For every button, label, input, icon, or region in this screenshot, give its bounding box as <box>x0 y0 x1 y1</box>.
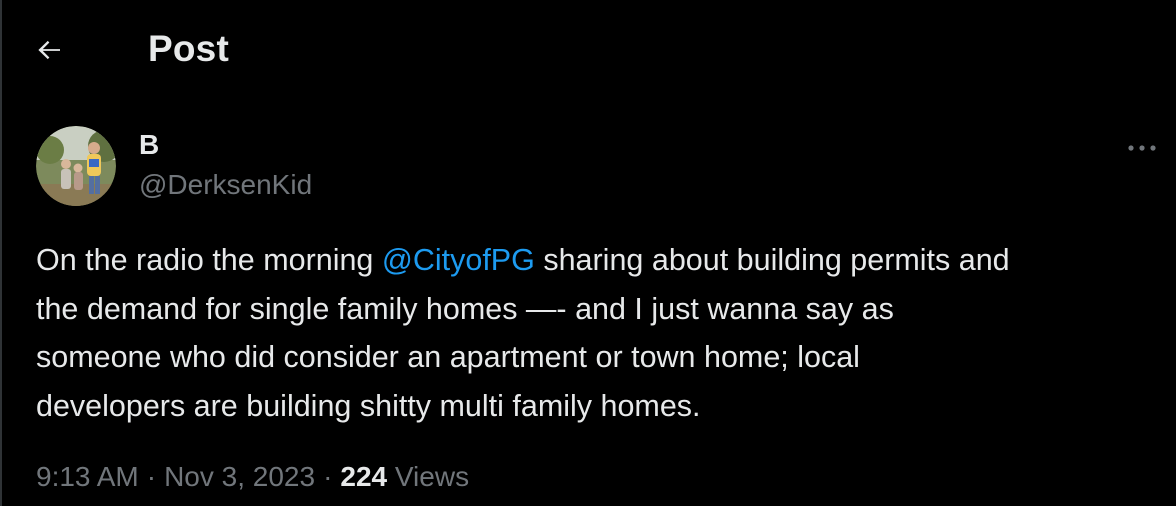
tweet-text-segment: On the radio the morning <box>36 243 382 277</box>
views-label: Views <box>394 461 470 492</box>
post-date[interactable]: Nov 3, 2023 <box>164 461 315 492</box>
separator: · <box>146 461 157 492</box>
page-title: Post <box>148 28 229 69</box>
back-button[interactable] <box>28 28 72 72</box>
post-time[interactable]: 9:13 AM <box>36 461 139 492</box>
tweet-line-4: developers are building shitty multi fam… <box>36 388 701 423</box>
separator: · <box>323 461 333 492</box>
avatar-photo <box>36 126 116 206</box>
views-count[interactable]: 224 <box>340 461 387 492</box>
mention-link[interactable]: @CityofPG <box>382 243 535 277</box>
more-horizontal-icon <box>1128 145 1156 151</box>
tweet-line-1: On the radio the morning @CityofPG shari… <box>36 236 1166 285</box>
author-handle[interactable]: @DerksenKid <box>139 168 312 202</box>
tweet-text-segment: sharing about building permits and <box>534 243 1010 277</box>
tweet-line-2: the demand for single family homes —- an… <box>36 291 894 326</box>
author-display-name[interactable]: B <box>139 128 159 162</box>
tweet-line-3: someone who did consider an apartment or… <box>36 340 860 374</box>
arrow-left-icon <box>38 40 60 60</box>
post-header: Post <box>0 0 1176 98</box>
post-metadata: 9:13 AM · Nov 3, 2023 · 224 Views <box>36 458 469 496</box>
avatar[interactable] <box>36 126 116 206</box>
more-options-button[interactable] <box>1124 134 1160 162</box>
tweet-text: On the radio the morning @CityofPG shari… <box>36 236 1166 430</box>
